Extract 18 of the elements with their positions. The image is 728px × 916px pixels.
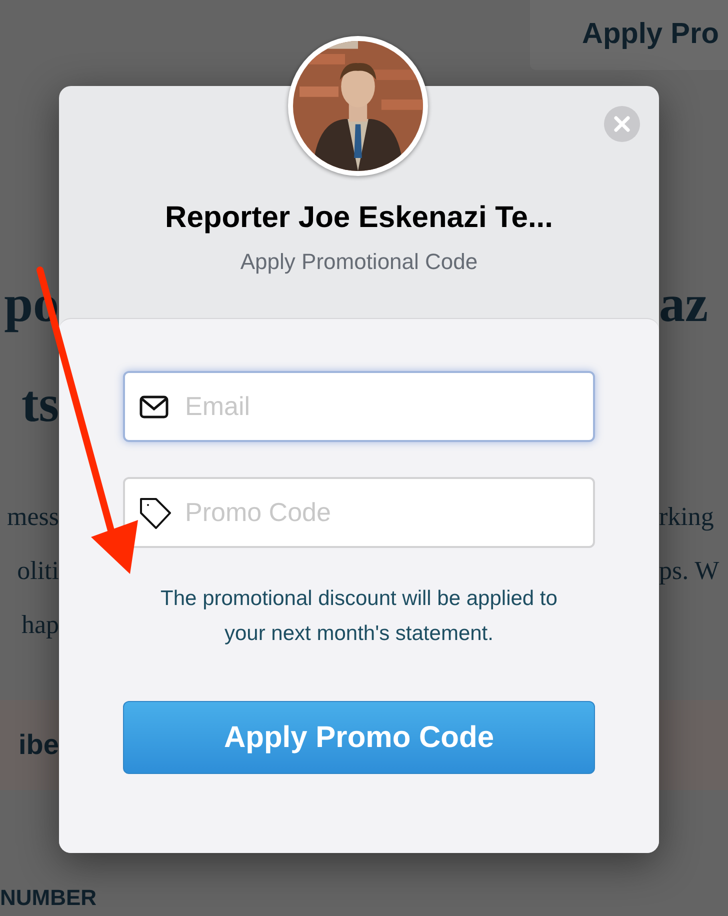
close-icon — [613, 115, 631, 133]
section-label: NUMBER — [0, 884, 97, 912]
dialog-title: Reporter Joe Eskenazi Te... — [165, 200, 553, 236]
envelope-icon — [139, 394, 169, 418]
body-fragment: hap — [21, 610, 59, 640]
dialog-subtitle: Apply Promotional Code — [240, 248, 478, 276]
heading-fragment: az — [659, 275, 708, 335]
card-title: Apply Pro — [582, 17, 719, 52]
tag-icon — [139, 496, 171, 528]
apply-button[interactable]: Apply Promo Code — [123, 701, 595, 774]
banner-fragment: ibe — [18, 728, 59, 762]
discount-note: The promotional discount will be applied to your next month's statement. — [160, 586, 558, 647]
body-fragment: oliti — [17, 556, 59, 586]
body-fragment: ps. W — [659, 556, 720, 586]
body-fragment: mess — [7, 502, 59, 532]
body-fragment: rking — [659, 502, 714, 532]
close-button[interactable] — [604, 106, 640, 142]
heading-fragment: ts — [21, 375, 59, 435]
